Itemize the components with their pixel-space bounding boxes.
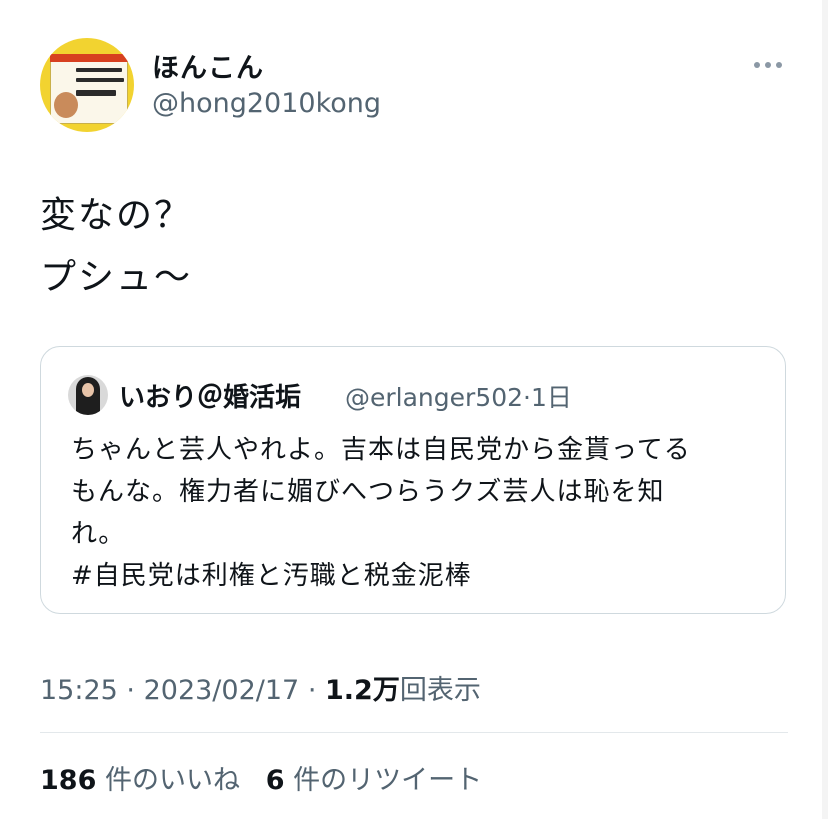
retweets-stat[interactable]: 6 件のリツイート xyxy=(266,765,482,796)
meta-separator: · xyxy=(126,675,135,706)
tweet-text-line: プシュ〜 xyxy=(40,257,193,298)
quoted-tweet-text-line: もんな。権力者に媚びへつらうクズ芸人は恥を知 xyxy=(71,477,665,507)
retweets-label: 件のリツイート xyxy=(293,765,483,796)
quoted-author-handle: @erlanger502 xyxy=(345,383,524,412)
avatar-face xyxy=(54,92,78,118)
retweets-count: 6 xyxy=(265,765,285,796)
meta-separator: · xyxy=(307,675,317,706)
more-options-icon[interactable] xyxy=(754,58,786,72)
tweet-timestamp-row: 15:25 · 2023/02/17 · 1.2万回表示 xyxy=(40,668,481,707)
window-edge xyxy=(822,0,828,819)
author-handle[interactable]: @hong2010kong xyxy=(152,88,381,119)
view-count: 1.2万 xyxy=(325,675,400,706)
quoted-tweet-text-line: ちゃんと芸人やれよ。吉本は自民党から金貰ってる xyxy=(71,435,691,465)
quoted-tweet-card[interactable]: いおり＠婚活垢 @erlanger502·1日 ちゃんと芸人やれよ。吉本は自民党… xyxy=(40,346,786,614)
author-avatar[interactable] xyxy=(40,38,134,132)
tweet-time[interactable]: 15:25 xyxy=(40,675,118,706)
divider xyxy=(40,732,788,733)
quoted-author-name: いおり＠婚活垢 xyxy=(119,383,302,413)
meta-separator: · xyxy=(523,383,531,412)
quoted-author-meta: @erlanger502·1日 xyxy=(345,378,572,414)
quoted-tweet-age: 1日 xyxy=(530,383,572,412)
likes-stat[interactable]: 186 件のいいね xyxy=(40,765,240,796)
tweet-date[interactable]: 2023/02/17 xyxy=(144,675,300,706)
engagement-stats: 186 件のいいね 6 件のリツイート xyxy=(40,758,482,797)
quoted-author-avatar[interactable] xyxy=(68,375,108,415)
quoted-tweet-hashtag[interactable]: #自民党は利権と汚職と税金泥棒 xyxy=(71,555,472,592)
tweet-text-line: 変なの？ xyxy=(40,195,193,236)
author-display-name[interactable]: ほんこん xyxy=(152,46,264,85)
likes-label: 件のいいね xyxy=(104,765,240,796)
quoted-tweet-text-line: れ。 xyxy=(71,519,126,549)
likes-count: 186 xyxy=(40,765,97,796)
view-count-label: 回表示 xyxy=(399,675,481,706)
